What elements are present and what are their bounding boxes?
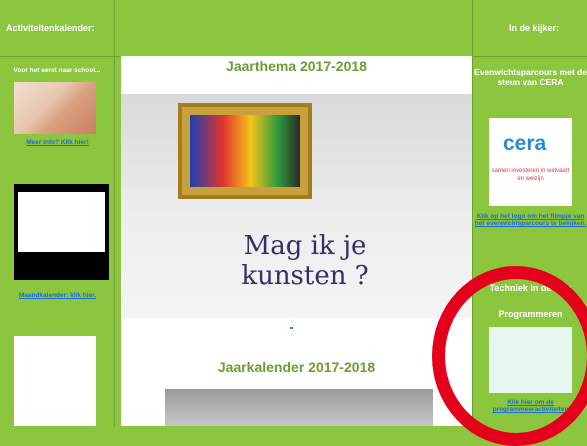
balance-course-title: Evenwichtsparcours met de steun van CERA — [474, 67, 587, 87]
more-info-link[interactable]: Meer info? Klik hier! — [0, 139, 115, 146]
painting-child-image[interactable] — [14, 82, 96, 134]
cera-tagline: samen investeren in welvaart en welzijn — [491, 168, 570, 182]
right-header-cell: In de kijker: — [472, 0, 587, 57]
left-header: Activiteitenkalender: — [6, 23, 95, 33]
year-calendar-image[interactable] — [165, 389, 433, 426]
art-frame — [178, 103, 312, 199]
main-header-cell — [115, 0, 472, 57]
month-calendar-image[interactable] — [14, 184, 109, 280]
calendar-grid — [18, 192, 105, 252]
booklet-image[interactable] — [14, 336, 96, 426]
year-theme-title: Jaarthema 2017-2018 — [226, 58, 367, 74]
right-header: In de kijker: — [509, 23, 560, 33]
cera-logo-box[interactable]: cera samen investeren in welvaart en wel… — [489, 118, 572, 206]
left-section-title: Voor het eerst naar school... — [13, 67, 101, 74]
theme-tagline: Mag ik je kunsten ? — [241, 231, 369, 291]
month-calendar-link[interactable]: Maandkalender: klik hier. — [0, 292, 115, 299]
left-header-cell: Activiteitenkalender: — [0, 0, 115, 57]
slider-dot[interactable] — [290, 327, 293, 329]
year-calendar-title: Jaarkalender 2017-2018 — [217, 359, 376, 375]
birds-painting — [190, 115, 300, 187]
highlight-circle — [432, 266, 587, 446]
cera-logo: cera — [503, 132, 547, 155]
cera-video-link[interactable]: Klik op het logo om het filmpje van het … — [473, 213, 587, 227]
